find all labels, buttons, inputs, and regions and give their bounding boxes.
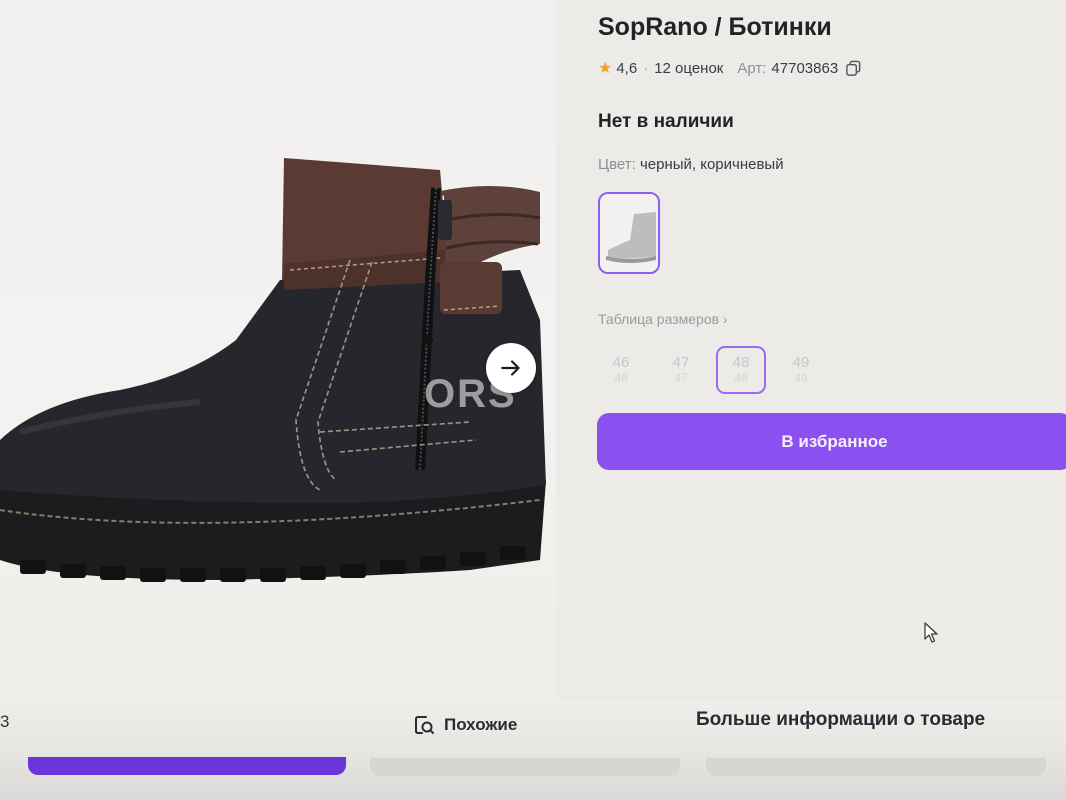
more-info-link[interactable]: Больше информации о товаре xyxy=(696,709,985,731)
product-image[interactable] xyxy=(0,140,560,600)
product-gallery: ORS xyxy=(0,0,556,700)
bottom-pill xyxy=(370,758,680,776)
product-title: SopRano / Ботинки xyxy=(598,13,832,41)
separator-dot: · xyxy=(643,59,649,77)
similar-button[interactable]: Похожие xyxy=(412,710,517,740)
copy-icon[interactable] xyxy=(845,60,862,77)
size-value: 46 xyxy=(612,354,630,372)
size-option[interactable]: 47 47 xyxy=(656,346,706,394)
buy-button-partial[interactable] xyxy=(28,757,346,775)
boot-thumbnail xyxy=(600,194,658,272)
bottom-pill xyxy=(706,758,1046,776)
article-value: 47703863 xyxy=(771,59,839,77)
size-ru: 49 xyxy=(794,370,808,385)
product-meta: ★ 4,6 · 12 оценок Арт: 47703863 xyxy=(598,58,862,78)
size-option[interactable]: 49 49 xyxy=(776,346,826,394)
boot-photo xyxy=(0,158,546,582)
size-ru: 46 xyxy=(614,370,628,385)
color-label: Цвет: xyxy=(598,156,636,173)
size-option-selected[interactable]: 48 48 xyxy=(716,346,766,394)
star-icon: ★ xyxy=(598,60,613,77)
product-info: SopRano / Ботинки ★ 4,6 · 12 оценок Арт:… xyxy=(596,0,1066,700)
size-option[interactable]: 46 46 xyxy=(596,346,646,394)
color-swatch[interactable] xyxy=(598,192,660,274)
similar-search-icon xyxy=(415,716,434,734)
size-selector: 46 46 47 47 48 48 49 49 xyxy=(596,346,836,394)
article-label: Арт: xyxy=(737,59,767,77)
reviews-count[interactable]: 12 оценок xyxy=(654,60,723,77)
add-to-favorites-button[interactable]: В избранное xyxy=(597,413,1066,470)
size-value: 47 xyxy=(672,354,690,372)
color-row: Цвет: черный, коричневый xyxy=(598,156,784,173)
size-ru: 47 xyxy=(674,370,688,385)
size-value: 48 xyxy=(732,354,750,372)
next-image-button[interactable] xyxy=(486,343,536,393)
similar-label: Похожие xyxy=(444,715,518,734)
arrow-right-icon xyxy=(501,360,520,376)
size-table-link[interactable]: Таблица размеров › xyxy=(598,311,728,327)
rating-value: 4,6 xyxy=(616,59,638,77)
mouse-cursor-icon xyxy=(924,622,938,643)
size-value: 49 xyxy=(792,354,810,372)
color-value: черный, коричневый xyxy=(639,156,784,173)
cropped-text: 3 xyxy=(0,712,10,731)
size-ru: 48 xyxy=(734,370,748,385)
availability-status: Нет в наличии xyxy=(598,111,734,132)
